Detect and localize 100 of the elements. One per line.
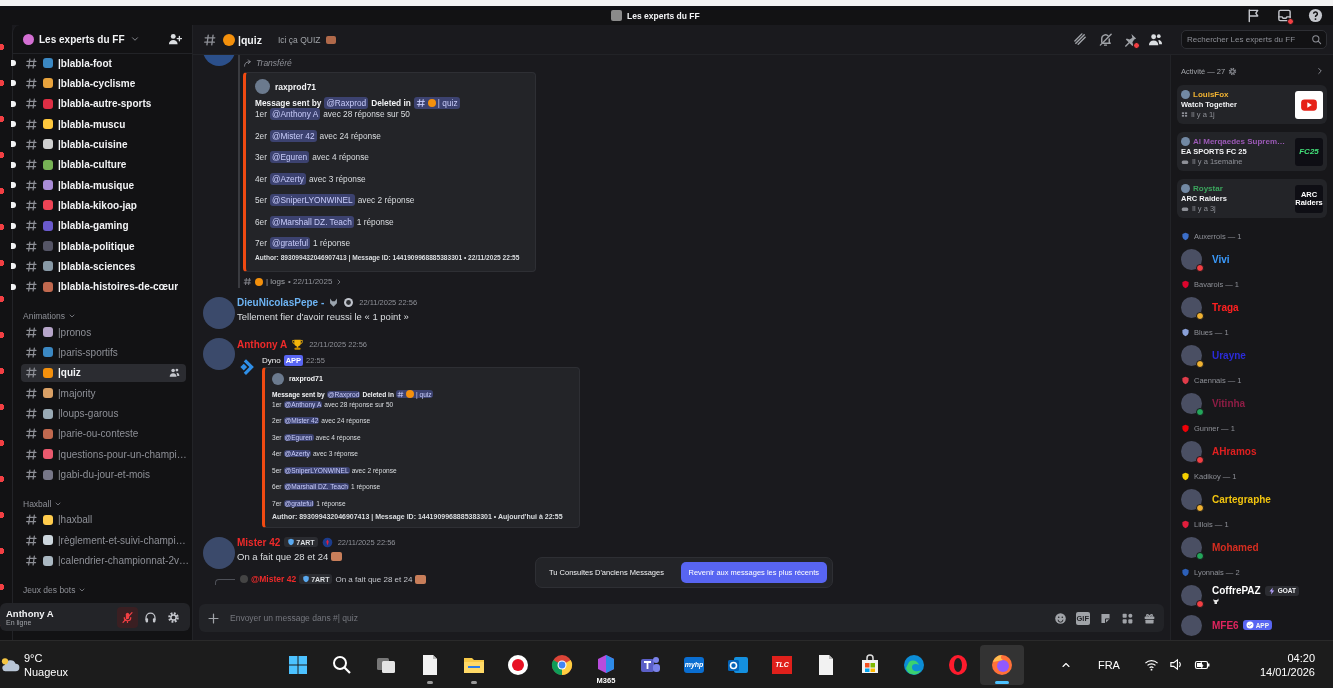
user-avatar xyxy=(203,296,235,329)
user-mention[interactable]: @Anthony A xyxy=(270,108,321,120)
message-author[interactable]: DieuNicolasPepe - xyxy=(237,296,325,308)
apps-icon[interactable] xyxy=(1121,611,1134,625)
channel-item[interactable]: |loups-garous xyxy=(21,404,186,423)
server-header[interactable]: Les experts du FF xyxy=(13,25,192,54)
member-name[interactable]: MFE6 xyxy=(1212,619,1239,631)
user-mention[interactable]: @grateful xyxy=(270,237,311,249)
server-avatar xyxy=(611,10,622,21)
server-name[interactable]: Les experts du FF xyxy=(39,33,125,45)
channel-item[interactable]: |quiz xyxy=(21,363,186,382)
user-mention[interactable]: @Eguren xyxy=(270,151,310,163)
members-icon[interactable] xyxy=(169,367,180,379)
message-author[interactable]: Anthony A xyxy=(237,338,288,350)
category-label[interactable]: Haxball xyxy=(23,498,52,509)
channel-item[interactable]: |blabla-histoires-de-cœur xyxy=(21,277,186,296)
source-channel-link[interactable]: | logs xyxy=(266,277,285,287)
embed-text: avec 3 réponse xyxy=(308,173,366,184)
user-mention[interactable]: @SniperLYONWINEL xyxy=(270,194,355,206)
server-icon xyxy=(23,33,34,45)
attach-button[interactable] xyxy=(207,611,220,625)
channel-item[interactable]: |blabla-kikoo-jap xyxy=(21,196,186,215)
clock[interactable]: 04:20 14/01/2026 xyxy=(1259,651,1315,678)
chevron-right-icon[interactable] xyxy=(1315,66,1325,76)
channel-hash-icon xyxy=(25,513,38,527)
taskbar-app[interactable] xyxy=(980,644,1024,685)
member-name[interactable]: Traga xyxy=(1212,301,1239,313)
embed-text: 1 réponse xyxy=(356,216,394,227)
user-mention[interactable]: @Mister 42 xyxy=(270,129,317,142)
channel-item[interactable]: |parie-ou-conteste xyxy=(21,424,186,443)
channel-item[interactable]: |blabla-culture xyxy=(21,155,186,174)
channel-hash-icon xyxy=(25,280,38,294)
message-input-field[interactable]: Envoyer un message dans #| quiz xyxy=(230,613,1044,623)
user-avatar xyxy=(1181,488,1202,510)
channel-item[interactable]: |blabla-politique xyxy=(21,237,186,256)
emoji-icon[interactable] xyxy=(1053,611,1067,625)
channel-item[interactable]: |haxball xyxy=(21,510,186,529)
add-member-icon[interactable] xyxy=(168,32,182,46)
member-name[interactable]: Mohamed xyxy=(1212,541,1259,553)
user-avatar xyxy=(1181,137,1190,146)
member-name[interactable]: Vivi xyxy=(1212,253,1230,265)
game-logo: FC25 xyxy=(1299,147,1319,156)
channel-mention[interactable]: | quiz xyxy=(413,97,460,109)
channel-item[interactable]: |paris-sportifs xyxy=(21,343,186,362)
headphones-icon xyxy=(144,610,157,624)
members-icon[interactable] xyxy=(1148,32,1163,47)
message-author[interactable]: Mister 42 xyxy=(237,536,281,548)
member-name[interactable]: Cartegraphe xyxy=(1212,493,1271,505)
channel-hash-icon xyxy=(25,259,38,273)
channel-item[interactable]: |blabla-autre-sports xyxy=(21,94,186,113)
member-name[interactable]: AHramos xyxy=(1212,445,1257,457)
user-mention[interactable]: @Raxprod xyxy=(324,97,369,109)
window-title: Les experts du FF xyxy=(627,10,700,21)
notifications-muted-icon[interactable] xyxy=(1098,32,1113,47)
channel-item[interactable]: |majority xyxy=(21,384,186,403)
language-indicator[interactable]: FRA xyxy=(1097,658,1120,671)
channel-item[interactable]: |règlement-et-suivi-champi… xyxy=(21,531,186,550)
channel-emoji-icon xyxy=(255,277,263,286)
help-icon[interactable] xyxy=(1308,8,1323,23)
channel-hash-icon xyxy=(25,427,38,441)
mute-button[interactable] xyxy=(117,606,138,628)
flag-icon[interactable] xyxy=(1246,8,1261,23)
user-mention[interactable]: @Azerty xyxy=(270,172,306,185)
channel-title: |quiz xyxy=(238,33,262,46)
activity-user: Roystar xyxy=(1193,184,1223,193)
user-avatar xyxy=(1181,344,1202,366)
channel-item[interactable]: |blabla-foot xyxy=(21,54,186,72)
channel-item[interactable]: |blabla-musique xyxy=(21,176,186,195)
category-label[interactable]: Animations xyxy=(23,311,66,322)
embed-text: 4er xyxy=(255,173,267,184)
channel-hash-icon xyxy=(25,76,38,90)
channel-item[interactable]: |gabi-du-jour-et-mois xyxy=(21,465,186,484)
channel-item[interactable]: |blabla-cuisine xyxy=(21,135,186,154)
channel-item[interactable]: |blabla-cyclisme xyxy=(21,74,186,93)
embed-text: Message sent by xyxy=(255,98,322,108)
gift-icon[interactable] xyxy=(1143,611,1156,625)
sticker-icon[interactable] xyxy=(1099,611,1112,625)
activity-user: Al Merqaedes Suprem… xyxy=(1193,137,1286,146)
channel-item[interactable]: |pronos xyxy=(21,323,186,342)
threads-icon[interactable] xyxy=(1073,32,1088,47)
user-mention[interactable]: @Marshall DZ. Teach xyxy=(270,215,354,228)
app-name[interactable]: Dyno xyxy=(262,356,281,366)
channel-topic: Ici ça QUIZ xyxy=(277,34,321,45)
channel-item[interactable]: |calendrier-championnat-2v… xyxy=(21,551,186,570)
volume-icon[interactable] xyxy=(1168,657,1184,672)
channel-item[interactable]: |blabla-sciences xyxy=(21,257,186,276)
channel-item[interactable]: |questions-pour-un-champi… xyxy=(21,445,186,464)
settings-icon[interactable] xyxy=(1228,66,1238,76)
pin-icon[interactable] xyxy=(1123,32,1138,47)
search-field[interactable]: Rechercher Les experts du FF xyxy=(1181,30,1327,49)
wifi-icon[interactable] xyxy=(1143,657,1159,672)
channel-item[interactable]: |blabla-muscu xyxy=(21,115,186,134)
record-icon xyxy=(506,652,530,677)
channel-item[interactable]: |blabla-gaming xyxy=(21,216,186,235)
reply-author[interactable]: @Mister 42 xyxy=(251,574,297,585)
category-label[interactable]: Jeux des bots xyxy=(23,584,76,595)
user-avatar xyxy=(1181,90,1190,99)
member-name[interactable]: CoffrePAZ xyxy=(1212,585,1261,596)
inbox-icon[interactable] xyxy=(1277,8,1292,23)
channel-hash-icon xyxy=(25,325,38,339)
